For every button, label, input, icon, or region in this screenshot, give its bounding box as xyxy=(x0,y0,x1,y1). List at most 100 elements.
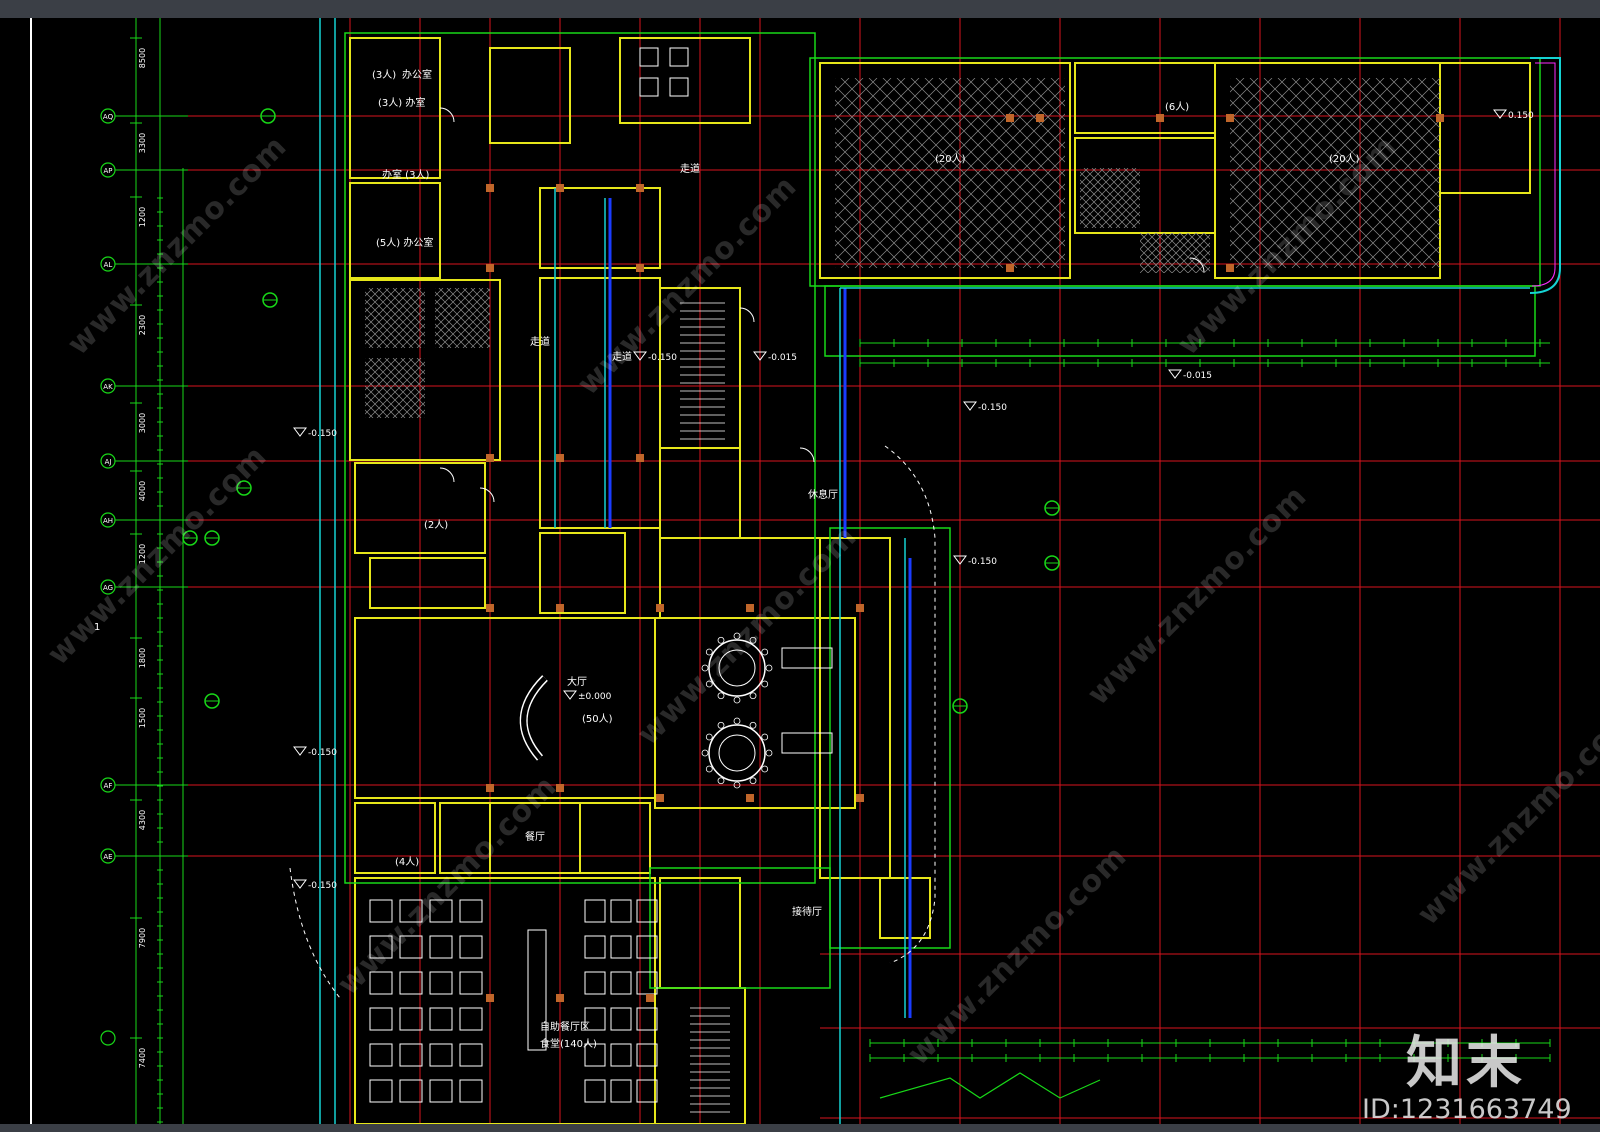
hatch-line xyxy=(1036,239,1065,268)
cad-status-strip xyxy=(0,1124,1600,1132)
hatch-line xyxy=(416,409,425,418)
column xyxy=(556,604,564,612)
axis-bubble-label: AJ xyxy=(105,458,112,466)
wall xyxy=(354,617,656,799)
cad-drawing-canvas[interactable]: AQ AP AL AK AJ AH AG AF AE 8500 3300 1200 2300 3000 4… xyxy=(0,18,1600,1125)
column xyxy=(1006,264,1014,272)
hatch-line xyxy=(1230,239,1259,268)
dim-label: 1200 xyxy=(138,207,147,227)
room-label: 自助餐厅区 xyxy=(540,1022,590,1033)
dining-table xyxy=(399,1079,423,1103)
hatch-line xyxy=(465,358,525,418)
hatch-line xyxy=(1417,245,1440,268)
hatch-line xyxy=(433,358,493,418)
hatch-line xyxy=(1196,168,1256,228)
hatch-fill xyxy=(365,288,425,348)
dim-label: 4000 xyxy=(138,481,147,501)
column xyxy=(1006,114,1014,122)
hatch-line xyxy=(1163,78,1353,268)
hatch-line xyxy=(1488,78,1600,268)
hatch-line xyxy=(473,358,533,418)
elevation-symbol xyxy=(293,746,307,756)
wall xyxy=(369,557,486,609)
elevation-label: -0.150 xyxy=(968,557,997,567)
room-label: (2人) xyxy=(424,520,449,531)
hatch-line xyxy=(1196,168,1256,228)
hatch-line xyxy=(424,347,425,348)
elevation-symbol xyxy=(563,690,577,700)
dining-table xyxy=(584,971,606,995)
dining-table xyxy=(429,1079,453,1103)
elevation-symbol xyxy=(963,401,977,411)
elevation-label: -0.150 xyxy=(978,403,1007,413)
hatch-line xyxy=(1516,78,1600,268)
elevation-label: -0.150 xyxy=(308,748,337,758)
hatch-line xyxy=(1230,267,1231,268)
chair xyxy=(733,696,741,704)
hatch-line xyxy=(1140,233,1141,234)
chair-pair xyxy=(639,47,659,67)
hatch-line xyxy=(365,409,374,418)
axis-bubble xyxy=(100,1030,116,1046)
hatch-line xyxy=(1050,78,1065,93)
hatch-line xyxy=(1233,78,1423,268)
hatch-line xyxy=(1558,78,1600,268)
room-label: (3人) xyxy=(372,70,397,81)
dining-table xyxy=(459,1079,483,1103)
axis-bubble-label: AH xyxy=(103,517,113,525)
door-swing xyxy=(479,487,495,503)
dining-table xyxy=(429,1007,453,1031)
dining-table xyxy=(610,1079,632,1103)
hatch-line xyxy=(416,288,425,297)
hatch-line xyxy=(1586,78,1600,268)
column xyxy=(556,994,564,1002)
column xyxy=(1226,114,1234,122)
hatch-line xyxy=(1558,78,1600,268)
hatch-line xyxy=(1188,168,1248,228)
axis-bubble-label: AQ xyxy=(103,113,114,121)
hatch-line xyxy=(1131,219,1140,228)
axis-bubble-label: AF xyxy=(104,782,113,790)
wall xyxy=(489,47,571,144)
round-table-inner xyxy=(718,734,756,772)
elevation-label: -0.150 xyxy=(308,881,337,891)
dim-label: 2300 xyxy=(138,315,147,335)
dining-table xyxy=(369,1007,393,1031)
chair xyxy=(749,692,757,700)
dining-table xyxy=(369,1079,393,1103)
column xyxy=(1156,114,1164,122)
axis-bubble-label: AP xyxy=(103,167,112,175)
column xyxy=(636,264,644,272)
column xyxy=(636,454,644,462)
room-label: (50人) xyxy=(582,714,613,725)
hatch-line xyxy=(1036,78,1065,107)
axis-bubble-label: AK xyxy=(103,383,113,391)
hatch-line xyxy=(457,358,517,418)
chair-pair xyxy=(669,77,689,97)
hatch-line xyxy=(1140,272,1141,273)
hatch-line xyxy=(1488,78,1600,268)
hatch-line xyxy=(1139,227,1140,228)
column xyxy=(486,264,494,272)
hatch-line xyxy=(1502,78,1600,268)
hatch-line xyxy=(435,288,444,297)
hatch-line xyxy=(424,417,425,418)
hatch-line xyxy=(424,358,425,359)
round-table xyxy=(708,724,766,782)
hatch-line xyxy=(1230,78,1259,107)
hatch-line xyxy=(435,347,436,348)
column xyxy=(486,604,494,612)
chair xyxy=(717,692,725,700)
room-label: (3人) 办室 xyxy=(378,98,426,109)
hatch-line xyxy=(1572,78,1600,268)
room-label: 走道 xyxy=(530,337,550,348)
chair-pair xyxy=(639,77,659,97)
room-label: 办室 (3人) xyxy=(382,170,430,181)
door-swing xyxy=(739,307,755,323)
elevation-symbol xyxy=(293,879,307,889)
room-label: 休息厅 xyxy=(808,490,838,501)
hatch-line xyxy=(1180,168,1240,228)
chair xyxy=(749,777,757,785)
bench xyxy=(781,732,833,754)
dining-table xyxy=(610,971,632,995)
